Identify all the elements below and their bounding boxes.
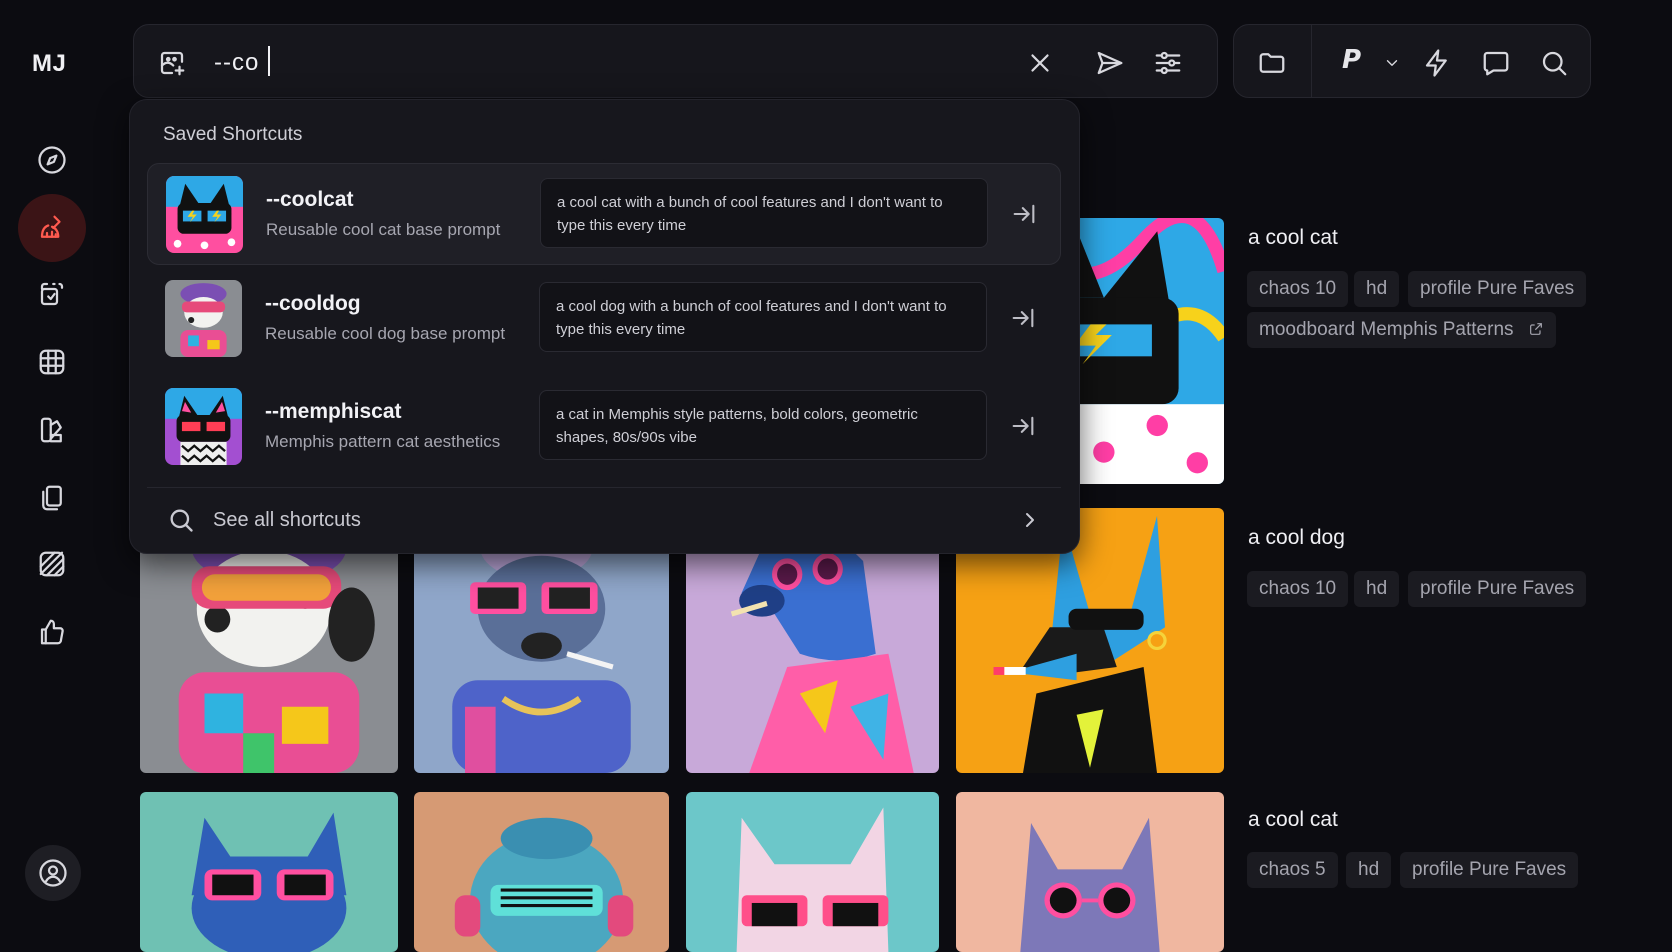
group-title: a cool dog <box>1248 526 1345 549</box>
shortcut-description: Memphis pattern cat aesthetics <box>265 432 501 451</box>
sidebar-item-patterns[interactable] <box>22 534 82 594</box>
send-icon <box>1097 51 1123 75</box>
folder-icon <box>1259 53 1285 73</box>
tag-chip[interactable]: profile Pure Faves <box>1408 271 1587 307</box>
shortcut-prompt: a cool dog with a bunch of cool features… <box>539 282 987 352</box>
shortcut-item[interactable]: --memphiscat Memphis pattern cat aesthet… <box>147 376 1061 478</box>
arrow-to-right-icon <box>1012 308 1034 328</box>
clear-icon <box>1031 54 1049 72</box>
memphis-cat-thumbnail <box>165 388 242 465</box>
folder-button[interactable] <box>1256 47 1288 79</box>
external-link-icon <box>1529 323 1542 335</box>
sidebar-item-rank[interactable] <box>22 602 82 662</box>
personalize-dropdown[interactable] <box>1382 47 1402 79</box>
prompt-bar <box>133 24 1218 98</box>
cool-cat-image <box>956 792 1224 952</box>
tag-chip[interactable]: hd <box>1346 852 1392 888</box>
image-tile[interactable] <box>686 792 939 952</box>
search-icon <box>170 509 193 532</box>
shortcut-name: --cooldog <box>265 292 361 315</box>
cool-cat-image <box>140 792 398 952</box>
clear-button[interactable] <box>1024 47 1056 79</box>
app-logo[interactable]: MJ <box>32 50 66 78</box>
shortcut-name: --coolcat <box>266 188 354 211</box>
dropdown-divider <box>147 487 1061 488</box>
cool-dog-thumbnail <box>165 280 242 357</box>
see-all-shortcuts-link[interactable]: See all shortcuts <box>147 492 1061 548</box>
speed-button[interactable] <box>1421 47 1453 79</box>
shortcut-item[interactable]: --coolcat Reusable cool cat base prompt … <box>147 163 1061 265</box>
account-button[interactable] <box>25 845 81 901</box>
image-prompt-icon <box>160 51 185 76</box>
moodboard-link[interactable]: moodboard Memphis Patterns <box>1247 312 1556 348</box>
tag-chip[interactable]: profile Pure Faves <box>1400 852 1579 888</box>
shortcut-thumbnail <box>165 388 242 465</box>
sidebar-item-edit[interactable] <box>22 264 82 324</box>
text-cursor <box>268 46 270 76</box>
lightning-icon <box>1425 49 1447 77</box>
dropdown-title: Saved Shortcuts <box>163 124 303 145</box>
user-circle-icon <box>39 859 67 887</box>
insert-shortcut-button[interactable] <box>1009 304 1037 332</box>
tag-label: moodboard Memphis Patterns <box>1259 319 1514 340</box>
shortcut-prompt: a cool cat with a bunch of cool features… <box>540 178 988 248</box>
chevron-right-icon <box>1026 513 1034 527</box>
group-title: a cool cat <box>1248 808 1338 831</box>
see-all-label: See all shortcuts <box>213 509 361 531</box>
image-prompt-button[interactable] <box>156 47 188 79</box>
search-icon <box>1542 51 1567 76</box>
image-tile[interactable] <box>140 792 398 952</box>
sidebar-item-create[interactable] <box>18 194 86 262</box>
shortcut-thumbnail <box>166 176 243 253</box>
stack-icon <box>42 485 62 511</box>
insert-shortcut-button[interactable] <box>1009 412 1037 440</box>
shortcut-description: Reusable cool cat base prompt <box>266 220 501 239</box>
palette-icon <box>40 417 62 443</box>
chevron-down-icon <box>1386 60 1398 66</box>
tag-chip[interactable]: chaos 10 <box>1247 571 1349 607</box>
sidebar-item-moodboards[interactable] <box>22 468 82 528</box>
shortcut-item[interactable]: --cooldog Reusable cool dog base prompt … <box>147 268 1061 370</box>
cool-cat-image <box>686 792 939 952</box>
pattern-icon <box>39 551 65 577</box>
grid-icon <box>39 349 65 375</box>
sidebar-item-explore[interactable] <box>22 130 82 190</box>
chat-icon <box>1483 51 1509 76</box>
tag-chip[interactable]: profile Pure Faves <box>1408 571 1587 607</box>
compass-icon <box>38 146 66 174</box>
shortcut-description: Reusable cool dog base prompt <box>265 324 506 343</box>
cool-cat-thumbnail <box>166 176 243 253</box>
cool-cat-image <box>414 792 669 952</box>
sidebar-item-organize[interactable] <box>22 332 82 392</box>
arrow-to-right-icon <box>1012 416 1034 436</box>
send-button[interactable] <box>1094 47 1126 79</box>
prompt-input[interactable] <box>212 41 866 85</box>
chat-button[interactable] <box>1480 47 1512 79</box>
edit-image-icon <box>40 282 64 306</box>
tag-chip[interactable]: hd <box>1354 271 1400 307</box>
shortcut-name: --memphiscat <box>265 400 402 423</box>
image-tile[interactable] <box>956 792 1224 952</box>
shortcuts-dropdown: Saved Shortcuts --coolcat Reusable cool … <box>129 99 1080 554</box>
toolbar-divider <box>1311 25 1312 97</box>
settings-button[interactable] <box>1152 47 1184 79</box>
group-title: a cool cat <box>1248 226 1338 249</box>
toolbar: P <box>1233 24 1591 98</box>
personalize-toggle[interactable]: P <box>1342 45 1361 75</box>
shortcut-prompt: a cat in Memphis style patterns, bold co… <box>539 390 987 460</box>
tag-chip[interactable]: chaos 10 <box>1247 271 1349 307</box>
arrow-to-right-icon <box>1013 204 1035 224</box>
settings-sliders-icon <box>1155 51 1181 75</box>
insert-shortcut-button[interactable] <box>1010 200 1038 228</box>
brush-icon <box>40 215 61 238</box>
tag-chip[interactable]: hd <box>1354 571 1400 607</box>
thumbs-up-icon <box>40 619 64 645</box>
search-button[interactable] <box>1538 47 1570 79</box>
image-tile[interactable] <box>414 792 669 952</box>
tag-chip[interactable]: chaos 5 <box>1247 852 1338 888</box>
sidebar-item-personalize[interactable] <box>22 400 82 460</box>
shortcut-thumbnail <box>165 280 242 357</box>
